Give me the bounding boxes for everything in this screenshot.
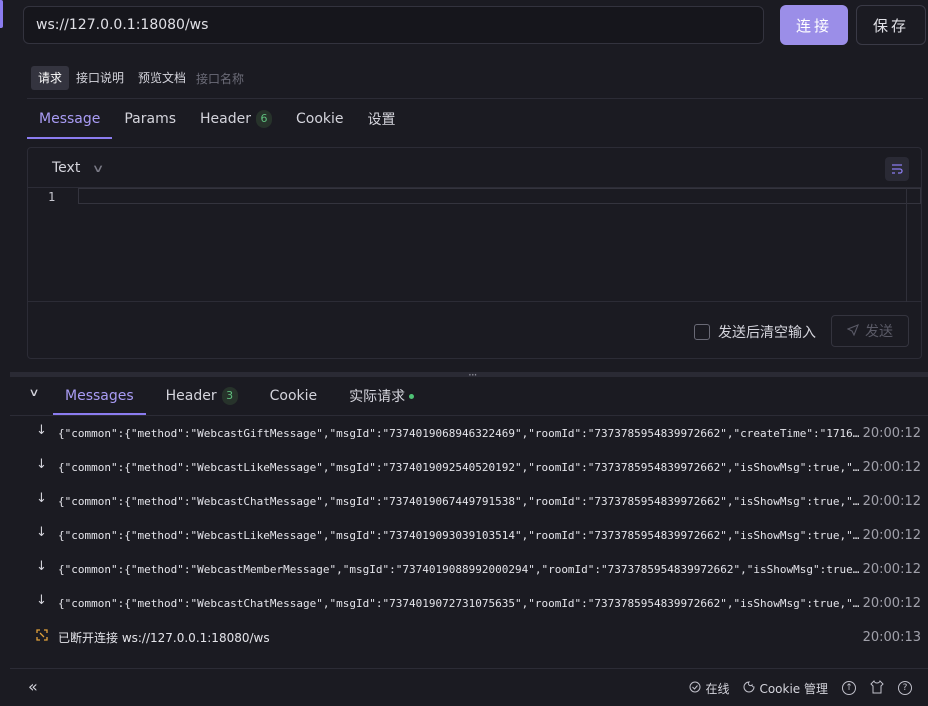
message-time: 20:00:12 bbox=[862, 459, 921, 475]
editor-scrollbar[interactable] bbox=[906, 188, 907, 302]
send-label: 发送 bbox=[865, 324, 893, 340]
clear-after-send-label: 发送后清空输入 bbox=[718, 325, 816, 341]
tab-message[interactable]: Message bbox=[27, 99, 113, 139]
collapse-sidebar-icon[interactable]: « bbox=[28, 677, 38, 696]
status-items: 在线 Cookie 管理 ↑ ? bbox=[675, 669, 912, 706]
tab-api-description[interactable]: 接口说明 bbox=[69, 66, 131, 90]
arrow-down-icon: ↓ bbox=[36, 525, 47, 540]
tab-settings[interactable]: 设置 bbox=[356, 99, 408, 139]
current-line-highlight bbox=[78, 188, 921, 204]
tab-actual-request[interactable]: 实际请求 bbox=[337, 377, 426, 415]
message-editor-panel: Text ∨ 1 发送后清空输入 发送 bbox=[27, 147, 922, 359]
help-button[interactable]: ? bbox=[898, 681, 912, 695]
arrow-up-circle-icon: ↑ bbox=[842, 681, 856, 695]
message-text: 已断开连接 ws://127.0.0.1:18080/ws bbox=[58, 630, 270, 645]
upload-button[interactable]: ↑ bbox=[842, 681, 856, 695]
arrow-down-icon: ↓ bbox=[36, 593, 47, 608]
checkbox-box[interactable] bbox=[694, 324, 710, 340]
api-name-input[interactable]: 接口名称 bbox=[193, 70, 244, 87]
editor-header: Text ∨ bbox=[28, 148, 921, 188]
chevron-down-icon: ∨ bbox=[91, 161, 105, 175]
message-text: {"common":{"method":"WebcastLikeMessage"… bbox=[58, 528, 860, 542]
tab-cookie[interactable]: Cookie bbox=[284, 99, 356, 139]
message-text: {"common":{"method":"WebcastLikeMessage"… bbox=[58, 460, 860, 474]
cookie-manage-button[interactable]: Cookie 管理 bbox=[743, 680, 828, 697]
arrow-down-icon: ↓ bbox=[36, 491, 47, 506]
drag-handle-icon[interactable]: ··· bbox=[468, 368, 478, 382]
format-select[interactable]: Text ∨ bbox=[52, 160, 105, 176]
tab-actual-request-label: 实际请求 bbox=[349, 389, 406, 405]
message-row[interactable]: ↓ {"common":{"method":"WebcastLikeMessag… bbox=[10, 450, 928, 484]
code-editor[interactable]: 1 bbox=[28, 188, 921, 302]
tab-header[interactable]: Header 6 bbox=[188, 99, 284, 139]
url-value: ws://127.0.0.1:18080/ws bbox=[36, 17, 209, 33]
online-status-label: 在线 bbox=[705, 681, 730, 696]
message-text: {"common":{"method":"WebcastMemberMessag… bbox=[58, 562, 860, 576]
shirt-icon bbox=[870, 679, 884, 697]
message-row[interactable]: ↓ {"common":{"method":"WebcastChatMessag… bbox=[10, 586, 928, 620]
message-row[interactable]: ↓ {"common":{"method":"WebcastLikeMessag… bbox=[10, 518, 928, 552]
theme-button[interactable] bbox=[870, 679, 884, 697]
send-button[interactable]: 发送 bbox=[831, 315, 909, 347]
message-time: 20:00:12 bbox=[862, 561, 921, 577]
send-icon bbox=[846, 323, 859, 339]
response-header-count-badge: 3 bbox=[221, 387, 238, 405]
request-tabs: Message Params Header 6 Cookie 设置 bbox=[27, 99, 408, 139]
message-time: 20:00:12 bbox=[862, 425, 921, 441]
save-button[interactable]: 保存 bbox=[856, 5, 926, 45]
status-bar: « 在线 Cookie 管理 ↑ ? bbox=[10, 668, 928, 706]
url-input[interactable]: ws://127.0.0.1:18080/ws bbox=[23, 6, 764, 44]
tab-response-header[interactable]: Header 3 bbox=[154, 377, 250, 415]
meta-tabs: 请求 接口说明 预览文档 接口名称 bbox=[31, 66, 244, 90]
tab-request[interactable]: 请求 bbox=[31, 66, 70, 90]
message-time: 20:00:12 bbox=[862, 493, 921, 509]
disconnect-icon bbox=[36, 629, 48, 644]
message-row[interactable]: ↓ {"common":{"method":"WebcastChatMessag… bbox=[10, 484, 928, 518]
cookie-manage-label: Cookie 管理 bbox=[759, 681, 828, 696]
line-number: 1 bbox=[48, 190, 56, 204]
tab-preview-doc[interactable]: 预览文档 bbox=[131, 66, 193, 90]
tab-header-label: Header bbox=[200, 111, 252, 127]
message-row[interactable]: 已断开连接 ws://127.0.0.1:18080/ws 20:00:13 bbox=[10, 620, 928, 654]
check-circle-icon bbox=[689, 681, 701, 696]
chevron-down-icon[interactable]: ∨ bbox=[28, 386, 39, 399]
message-time: 20:00:13 bbox=[862, 629, 921, 645]
tab-messages[interactable]: Messages bbox=[53, 377, 146, 415]
arrow-down-icon: ↓ bbox=[36, 457, 47, 472]
response-tabs: Messages Header 3 Cookie 实际请求 bbox=[53, 377, 434, 415]
format-select-value: Text bbox=[52, 160, 81, 176]
message-time: 20:00:12 bbox=[862, 595, 921, 611]
tab-response-cookie[interactable]: Cookie bbox=[258, 377, 330, 415]
active-indicator bbox=[0, 0, 3, 28]
clear-after-send-checkbox[interactable]: 发送后清空输入 bbox=[694, 322, 816, 342]
message-list: ↓ {"common":{"method":"WebcastGiftMessag… bbox=[10, 416, 928, 654]
cookie-icon bbox=[743, 680, 755, 696]
word-wrap-icon[interactable] bbox=[885, 157, 909, 181]
message-text: {"common":{"method":"WebcastGiftMessage"… bbox=[58, 426, 860, 440]
status-dot-icon bbox=[409, 393, 415, 399]
arrow-down-icon: ↓ bbox=[36, 423, 47, 438]
tab-response-header-label: Header bbox=[165, 388, 217, 404]
header-count-badge: 6 bbox=[256, 110, 273, 128]
online-status[interactable]: 在线 bbox=[689, 680, 729, 697]
message-time: 20:00:12 bbox=[862, 527, 921, 543]
message-row[interactable]: ↓ {"common":{"method":"WebcastMemberMess… bbox=[10, 552, 928, 586]
tab-params[interactable]: Params bbox=[112, 99, 188, 139]
message-text: {"common":{"method":"WebcastChatMessage"… bbox=[58, 494, 860, 508]
arrow-down-icon: ↓ bbox=[36, 559, 47, 574]
connect-button[interactable]: 连接 bbox=[780, 5, 848, 45]
message-row[interactable]: ↓ {"common":{"method":"WebcastGiftMessag… bbox=[10, 416, 928, 450]
help-icon: ? bbox=[898, 681, 912, 695]
message-text: {"common":{"method":"WebcastChatMessage"… bbox=[58, 596, 860, 610]
